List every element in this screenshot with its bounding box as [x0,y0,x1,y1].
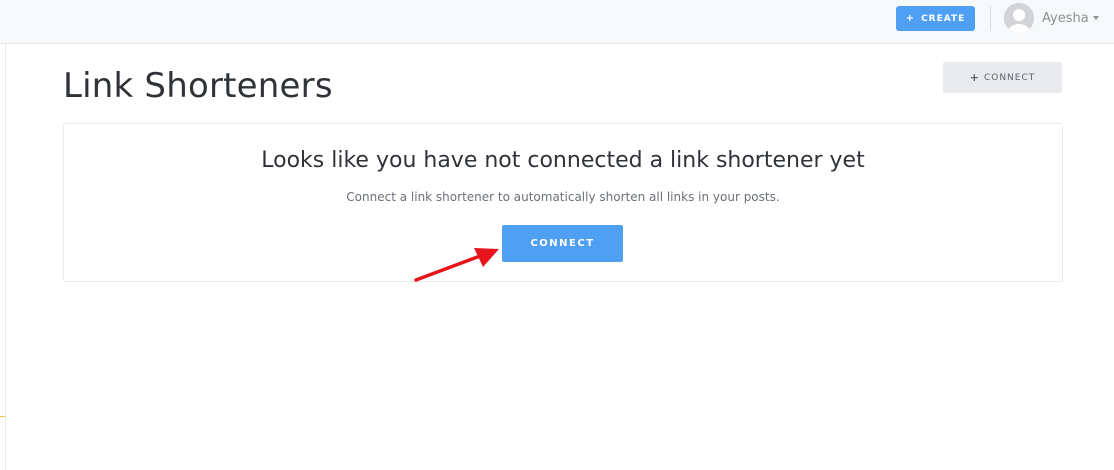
user-name: Ayesha [1042,10,1089,26]
connect-button[interactable]: CONNECT [502,225,623,262]
page-title: Link Shorteners [63,66,333,106]
create-button-label: CREATE [921,13,966,24]
empty-state-description: Connect a link shortener to automaticall… [346,190,780,204]
user-menu[interactable]: Ayesha [1004,3,1099,33]
caret-down-icon [1092,16,1099,20]
sidebar-indicator [0,416,5,417]
empty-state-heading: Looks like you have not connected a link… [261,148,865,173]
topbar-divider [990,6,991,31]
user-avatar-icon [1004,3,1034,33]
red-arrow-icon [414,248,499,282]
create-button[interactable]: + CREATE [896,6,975,31]
plus-icon: + [905,13,916,24]
empty-state-card: Looks like you have not connected a link… [63,123,1063,282]
left-sidebar-edge [0,44,6,470]
connect-header-button[interactable]: + CONNECT [943,62,1062,93]
top-navigation-bar: + CREATE Ayesha [0,0,1114,44]
plus-icon: + [969,71,980,84]
connect-header-button-label: CONNECT [983,72,1036,83]
